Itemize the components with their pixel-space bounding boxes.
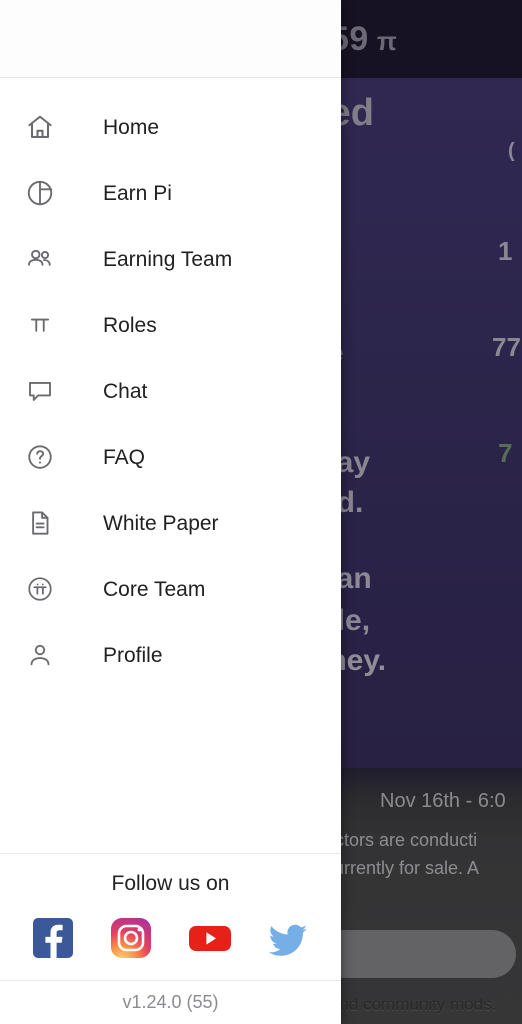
- twitter-link[interactable]: [266, 916, 310, 960]
- question-circle-icon: [22, 439, 58, 475]
- home-icon: [22, 109, 58, 145]
- drawer-nav-list: Home Earn Pi Earning Team Roles Chat FAQ…: [0, 78, 341, 853]
- app-screen: 59π ized ( 1 77 7 e today ed. n an ale, …: [0, 0, 522, 1024]
- facebook-icon: [32, 917, 74, 959]
- background-news-line: actors are conducti: [325, 830, 478, 850]
- sidebar-item-chat[interactable]: Chat: [0, 358, 341, 424]
- background-figure: 1: [498, 236, 513, 266]
- sidebar-item-faq[interactable]: FAQ: [0, 424, 341, 490]
- sidebar-item-label: Chat: [103, 379, 148, 403]
- sidebar-item-label: Core Team: [103, 577, 206, 601]
- sidebar-item-label: FAQ: [103, 445, 146, 469]
- sidebar-item-label: Earn Pi: [103, 181, 172, 205]
- app-version-label: v1.24.0 (55): [122, 992, 219, 1012]
- sidebar-item-label: Profile: [103, 643, 163, 667]
- instagram-icon: [110, 917, 152, 959]
- youtube-link[interactable]: [188, 916, 232, 960]
- sidebar-item-core-team[interactable]: Core Team: [0, 556, 341, 622]
- sidebar-item-profile[interactable]: Profile: [0, 622, 341, 688]
- sidebar-item-label: Earning Team: [103, 247, 233, 271]
- drawer-header: [0, 0, 341, 78]
- pie-chart-icon: [22, 175, 58, 211]
- sidebar-item-earning-team[interactable]: Earning Team: [0, 226, 341, 292]
- navigation-drawer: Home Earn Pi Earning Team Roles Chat FAQ…: [0, 0, 341, 1024]
- background-figure: (: [508, 140, 515, 162]
- person-icon: [22, 637, 58, 673]
- sidebar-item-white-paper[interactable]: White Paper: [0, 490, 341, 556]
- instagram-link[interactable]: [109, 916, 153, 960]
- background-event-date: Nov 16th - 6:0: [380, 790, 506, 812]
- drawer-social-section: Follow us on: [0, 853, 341, 980]
- follow-us-label: Follow us on: [111, 872, 230, 895]
- people-icon: [22, 241, 58, 277]
- sidebar-item-label: Home: [103, 115, 160, 139]
- background-figure: 7: [498, 438, 513, 468]
- youtube-icon: [188, 917, 232, 959]
- drawer-version-bar: v1.24.0 (55): [0, 980, 341, 1024]
- twitter-bird-icon: [266, 917, 310, 959]
- sidebar-item-roles[interactable]: Roles: [0, 292, 341, 358]
- background-footnote: and community mods.: [330, 995, 497, 1014]
- document-icon: [22, 505, 58, 541]
- pi-network-logo-icon: [22, 571, 58, 607]
- social-links-row: [0, 916, 341, 966]
- facebook-link[interactable]: [31, 916, 75, 960]
- sidebar-item-label: White Paper: [103, 511, 219, 535]
- pi-symbol-icon: π: [376, 26, 398, 56]
- sidebar-item-label: Roles: [103, 313, 157, 337]
- pi-symbol-icon: [22, 307, 58, 343]
- background-figure: 77: [492, 332, 521, 362]
- chat-bubble-icon: [22, 373, 58, 409]
- background-news-line: currently for sale. A: [325, 858, 480, 878]
- sidebar-item-home[interactable]: Home: [0, 94, 341, 160]
- sidebar-item-earn-pi[interactable]: Earn Pi: [0, 160, 341, 226]
